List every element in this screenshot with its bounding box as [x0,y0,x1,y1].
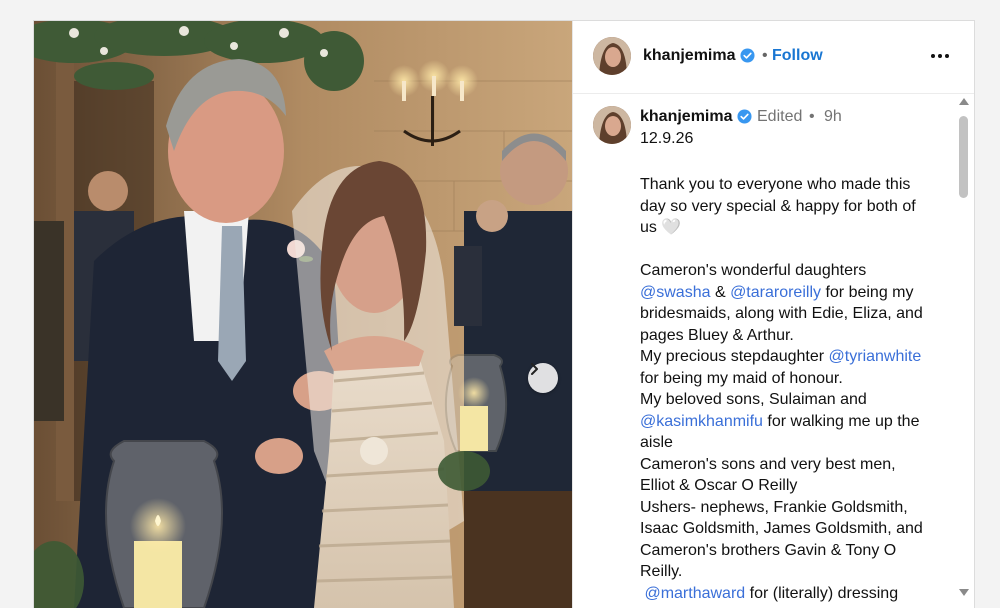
edited-label: Edited [757,108,803,125]
follow-button[interactable]: Follow [772,47,823,65]
caption-date: 12.9.26 [640,130,694,147]
wedding-photo-illustration [34,21,572,608]
caption-line: day so very special & happy for both of [640,197,916,215]
avatar[interactable] [593,106,631,144]
caption-username[interactable]: khanjemima [640,108,732,126]
caption-line: Cameron's wonderful daughters [640,262,867,279]
caption-line: Cameron's brothers Gavin & Tony O [640,541,897,559]
caption-line: Elliot & Oscar O Reilly [640,477,798,494]
caption-text-fragment: for walking me up the [762,412,920,430]
caption-line: for being my maid of honour. [640,369,843,387]
post-photo[interactable] [34,21,572,608]
scroll-down-arrow-icon[interactable] [959,589,969,596]
mention-link[interactable]: @marthaward [644,585,745,602]
separator-dot: • [809,108,815,125]
scroll-up-arrow-icon[interactable] [959,98,969,105]
post-side-panel: khanjemima • Follow khanjemima Edited • … [572,21,974,608]
caption-line: @kasimkhanmifu for walking me up the [640,411,950,433]
caption-text-fragment: for (literally) dressing [745,584,899,602]
chevron-right-icon [531,363,538,375]
caption-line: My precious stepdaughter @tyrianwhite [640,346,950,368]
caption-line: Thank you to everyone who made this [640,176,911,193]
verified-badge-icon [740,48,755,68]
mention-link[interactable]: @kasimkhanmifu [640,413,763,430]
post-header: khanjemima • Follow [573,21,974,94]
separator-dot: • [762,47,768,64]
caption-line: aisle [640,434,673,451]
next-photo-button[interactable] [528,363,558,393]
caption-area: khanjemima Edited • 9h 12.9.26 Thank you… [573,94,953,608]
caption-text-fragment: & [710,283,731,301]
caption-line: Reilly. [640,563,683,580]
caption-text-fragment: for being my [821,283,914,301]
caption-text-fragment: My precious stepdaughter [640,348,829,365]
profile-picture [593,37,631,75]
caption-line: Ushers- nephews, Frankie Goldsmith, [640,498,908,516]
caption-line: us 🤍 [640,219,682,236]
post-modal: khanjemima • Follow khanjemima Edited • … [33,20,975,608]
caption-line: @marthaward for (literally) dressing [640,583,950,605]
verified-badge-icon [737,109,752,129]
caption-line: Cameron's sons and very best men, [640,455,896,473]
mention-link[interactable]: @tyrianwhite [829,348,922,365]
profile-picture [593,106,631,144]
caption-line: bridesmaids, along with Edie, Eliza, and [640,305,923,322]
avatar[interactable] [593,37,631,75]
timestamp[interactable]: 9h [824,108,842,126]
caption-text: Thank you to everyone who made this day … [640,174,950,604]
mention-link[interactable]: @swasha [640,284,711,301]
caption-line: Isaac Goldsmith, James Goldsmith, and [640,520,923,537]
caption-line: pages Bluey & Arthur. [640,326,794,344]
username[interactable]: khanjemima [643,47,735,65]
caption-line: @swasha & @tararoreilly for being my [640,282,950,304]
mention-link[interactable]: @tararoreilly [730,284,821,301]
more-options-icon[interactable] [929,45,951,72]
caption-scrollbar[interactable] [955,94,973,608]
caption-line: My beloved sons, Sulaiman and [640,391,867,408]
scroll-thumb[interactable] [959,116,968,198]
